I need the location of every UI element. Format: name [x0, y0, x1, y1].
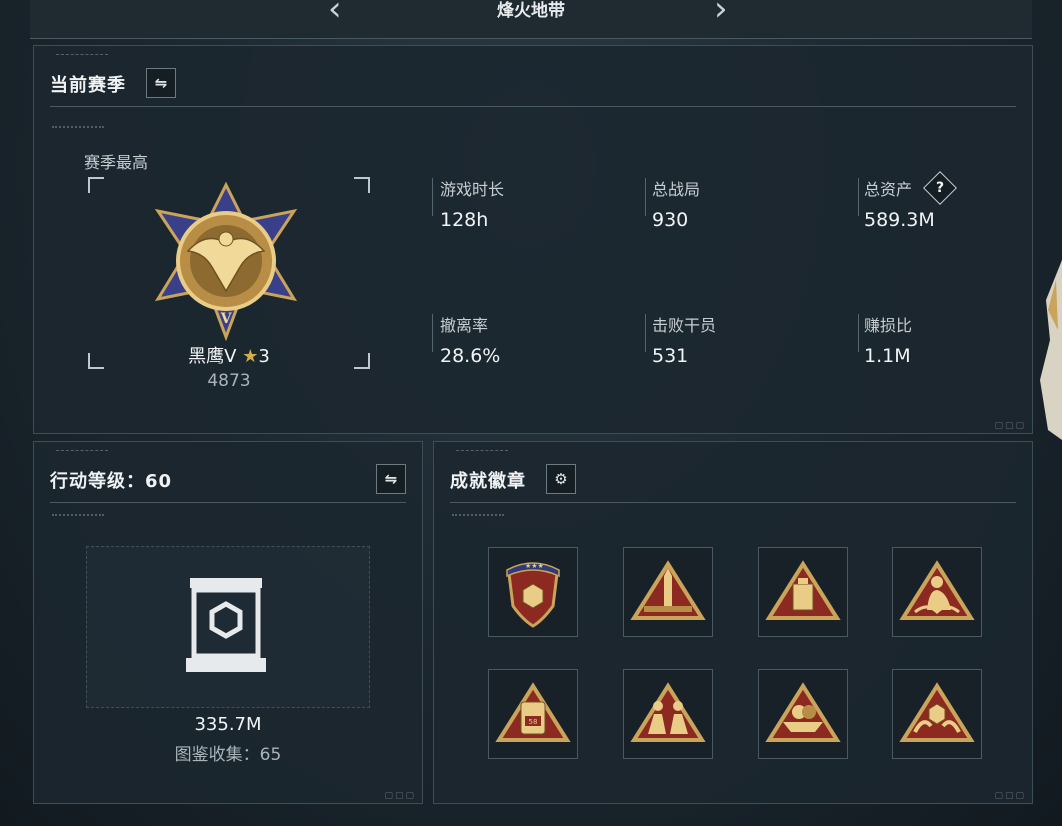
- header-divider: [50, 502, 406, 503]
- stat-divider: [858, 314, 859, 352]
- badge-shield[interactable]: ★★★: [488, 547, 578, 637]
- stat-divider: [645, 314, 646, 352]
- rank-emblem-icon: V: [154, 181, 298, 341]
- stat-label-profit-ratio: 赚损比: [864, 316, 913, 335]
- stat-value-matches: 930: [652, 209, 689, 231]
- stat-divider: [432, 178, 433, 216]
- display-case-icon: [186, 578, 266, 672]
- stat-label-kills: 击败干员: [652, 316, 717, 335]
- device-badge-icon: [765, 560, 841, 620]
- soldier-badge-icon: [899, 560, 975, 620]
- badge-hands-gem[interactable]: [892, 669, 982, 759]
- hands-gem-badge-icon: [899, 682, 975, 742]
- stat-value-profit-ratio: 1.1M: [864, 345, 911, 367]
- stat-divider: [858, 178, 859, 216]
- swap-button[interactable]: ⇋: [376, 464, 406, 494]
- stat-label-extract-rate: 撤离率: [440, 316, 489, 335]
- level-panel: 行动等级：60 ⇋ 335.7M 图鉴收集：65 ▢▢▢: [33, 441, 423, 804]
- chevron-right-icon[interactable]: ›: [714, 0, 728, 26]
- badge-squad[interactable]: [623, 669, 713, 759]
- level-title: 行动等级：60: [50, 471, 173, 492]
- badge-rocket[interactable]: [623, 547, 713, 637]
- gear-icon: ⚙: [554, 470, 568, 488]
- season-best-label: 赛季最高: [84, 153, 149, 172]
- swap-icon: ⇋: [154, 74, 168, 92]
- settings-button[interactable]: ⚙: [546, 464, 576, 494]
- collection-count: 图鉴收集：65: [174, 745, 282, 765]
- star-icon: ★: [242, 346, 259, 367]
- phone-badge-icon: 58: [495, 682, 571, 742]
- panel-decor: [56, 54, 108, 57]
- rocket-badge-icon: [630, 560, 706, 620]
- phone-badge-number: 58: [529, 718, 538, 726]
- achievements-panel: 成就徽章 ⚙ ★★★ 58 ▢▢▢: [433, 441, 1033, 804]
- season-title: 当前赛季: [50, 75, 126, 96]
- badge-device[interactable]: [758, 547, 848, 637]
- header-divider: [450, 502, 1016, 503]
- stat-label-matches: 总战局: [652, 180, 701, 199]
- help-icon-glyph: ?: [935, 180, 945, 196]
- frame-corner: [354, 177, 370, 193]
- stat-value-assets: 589.3M: [864, 209, 935, 231]
- stat-value-extract-rate: 28.6%: [440, 345, 501, 367]
- stat-label-playtime: 游戏时长: [440, 180, 505, 199]
- character-art-partial: [1040, 260, 1062, 440]
- panel-corner-dots: ▢▢▢: [384, 791, 416, 801]
- badge-phone[interactable]: 58: [488, 669, 578, 759]
- panel-corner-dots: ▢▢▢: [994, 791, 1026, 801]
- panel-decor: [52, 514, 104, 516]
- rank-title: 黑鹰V: [188, 346, 237, 367]
- svg-text:V: V: [220, 311, 233, 327]
- stat-value-kills: 531: [652, 345, 689, 367]
- top-bar: ‹ 烽火地带 ›: [30, 0, 1032, 39]
- mode-title: 烽火地带: [497, 1, 565, 21]
- stat-label-assets: 总资产: [864, 180, 913, 199]
- achievements-title: 成就徽章: [450, 471, 526, 492]
- stat-value-playtime: 128h: [440, 209, 489, 231]
- panel-decor: [456, 450, 508, 453]
- panel-corner-dots: ▢▢▢: [994, 421, 1026, 431]
- svg-text:★★★: ★★★: [525, 562, 544, 570]
- rank-score: 4873: [207, 371, 251, 391]
- boat-badge-icon: [765, 682, 841, 742]
- panel-decor: [452, 514, 504, 516]
- level-value: 335.7M: [194, 714, 262, 735]
- rank-name: 黑鹰V ★3: [34, 342, 424, 368]
- badge-soldier[interactable]: [892, 547, 982, 637]
- shield-badge-icon: ★★★: [506, 562, 560, 628]
- badge-boat[interactable]: [758, 669, 848, 759]
- panel-decor: [56, 450, 108, 453]
- frame-corner: [88, 177, 104, 193]
- header-divider: [50, 106, 1016, 107]
- squad-badge-icon: [630, 682, 706, 742]
- stat-divider: [645, 178, 646, 216]
- panel-decor: [52, 126, 104, 128]
- swap-icon: ⇋: [384, 470, 398, 488]
- swap-button[interactable]: ⇋: [146, 68, 176, 98]
- rank-stars: 3: [258, 346, 270, 367]
- stat-divider: [432, 314, 433, 352]
- season-panel: 当前赛季 ⇋ 赛季最高 V 黑鹰V ★3 4873 游戏时长 128h 总战局 …: [33, 45, 1033, 434]
